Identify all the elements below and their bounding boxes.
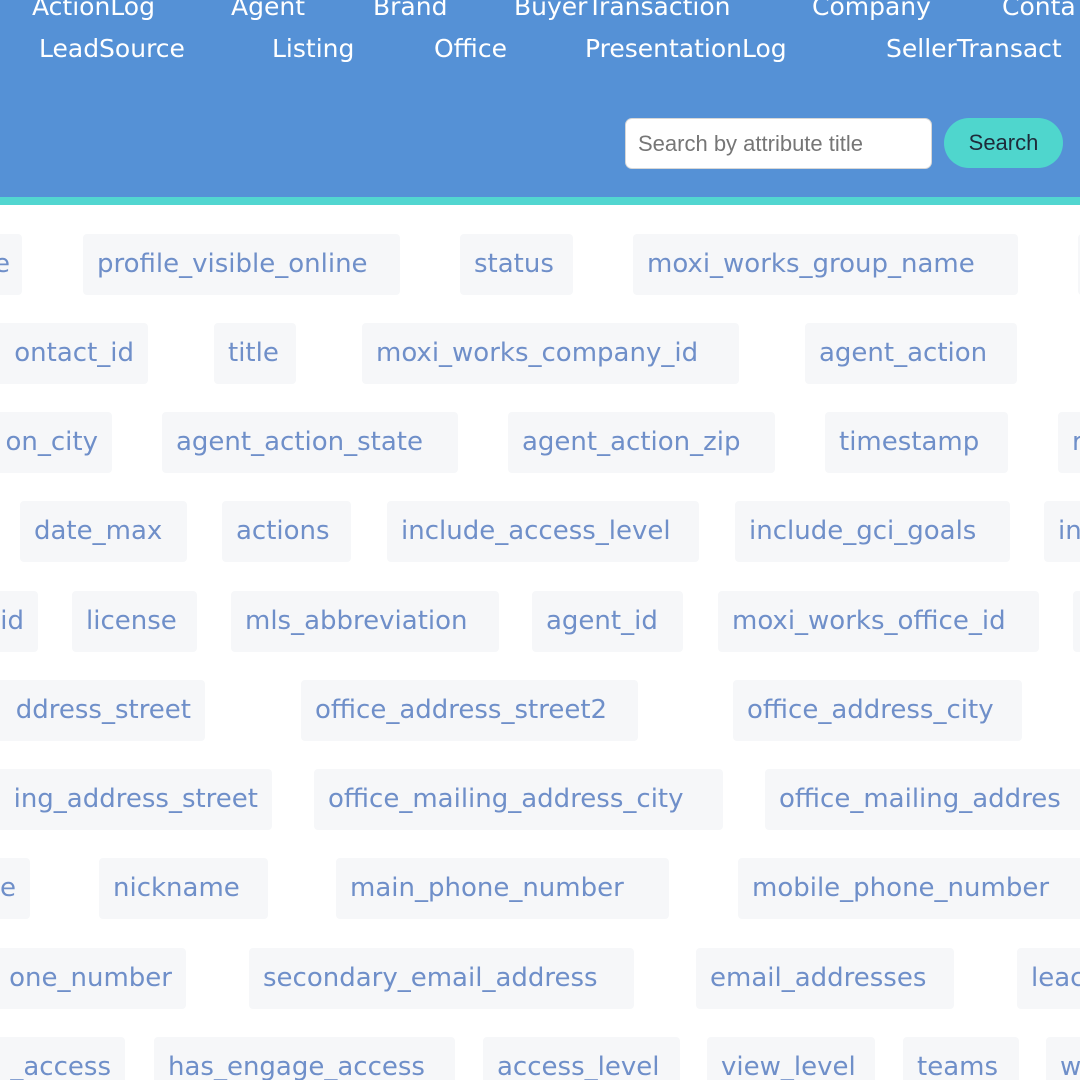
attribute-tag[interactable]: timestamp (825, 412, 1008, 473)
attribute-tag[interactable]: agent_action_zip (508, 412, 775, 473)
attribute-tags-list: e profile_visible_online status moxi_wor… (0, 205, 1080, 1080)
attribute-tag[interactable]: agent_action (805, 323, 1017, 384)
attribute-tag[interactable]: _access (0, 1037, 125, 1080)
search-button[interactable]: Search (944, 118, 1063, 168)
attribute-tag[interactable]: email_addresses (696, 948, 954, 1009)
attribute-tag[interactable]: nickname (99, 858, 268, 919)
attribute-tag[interactable]: actions (222, 501, 351, 562)
nav-link-leadsource[interactable]: LeadSource (39, 29, 185, 69)
attribute-tag[interactable]: access_level (483, 1037, 680, 1080)
attribute-tag[interactable]: include_access_level (387, 501, 699, 562)
attribute-tag[interactable]: moxi_works_group_name (633, 234, 1018, 295)
attribute-tag[interactable]: moxi_works_company_id (362, 323, 739, 384)
attribute-tag[interactable]: w (1046, 1037, 1080, 1080)
attribute-tag[interactable]: e (0, 858, 30, 919)
nav-link-company[interactable]: Company (812, 0, 931, 27)
attribute-tag[interactable]: ontact_id (0, 323, 148, 384)
attribute-tag[interactable] (1073, 591, 1080, 652)
attribute-tag[interactable]: status (460, 234, 573, 295)
attribute-tag[interactable]: office_address_city (733, 680, 1022, 741)
attribute-tag[interactable]: one_number (0, 948, 186, 1009)
nav-link-agent[interactable]: Agent (231, 0, 305, 27)
attribute-tag[interactable]: view_level (707, 1037, 875, 1080)
nav-link-office[interactable]: Office (434, 29, 507, 69)
attribute-tag[interactable]: in (1044, 501, 1080, 562)
header-accent-bar (0, 197, 1080, 205)
nav-link-buyertransaction[interactable]: BuyerTransaction (514, 0, 730, 27)
attribute-tag[interactable]: office_mailing_addres (765, 769, 1080, 830)
attribute-tag[interactable]: include_gci_goals (735, 501, 1010, 562)
attribute-tag[interactable]: on_city (0, 412, 112, 473)
attribute-tag[interactable]: leac (1017, 948, 1080, 1009)
nav-row-models-2: LeadSource Listing Office PresentationLo… (0, 29, 1080, 69)
attribute-tag[interactable]: id (0, 591, 38, 652)
top-navigation-header: ActionLog Agent Brand BuyerTransaction C… (0, 0, 1080, 197)
attribute-tag[interactable]: moxi_works_office_id (718, 591, 1039, 652)
attribute-tag[interactable]: title (214, 323, 296, 384)
attribute-tag[interactable]: agent_action_state (162, 412, 458, 473)
attribute-tag[interactable]: office_address_street2 (301, 680, 638, 741)
nav-link-sellertransaction[interactable]: SellerTransact (886, 29, 1062, 69)
attribute-tag[interactable]: has_engage_access (154, 1037, 455, 1080)
nav-row-models-1: ActionLog Agent Brand BuyerTransaction C… (0, 0, 1080, 27)
attribute-tag[interactable]: ing_address_street (0, 769, 272, 830)
attribute-tag[interactable]: e (0, 234, 22, 295)
nav-link-actionlog[interactable]: ActionLog (32, 0, 155, 27)
attribute-tag[interactable]: teams (903, 1037, 1019, 1080)
nav-link-contact[interactable]: Conta (1002, 0, 1076, 27)
attribute-tag[interactable]: mls_abbreviation (231, 591, 499, 652)
attribute-tag[interactable]: mobile_phone_number (738, 858, 1080, 919)
search-input[interactable] (625, 118, 932, 169)
attribute-tag[interactable]: license (72, 591, 197, 652)
attribute-tag[interactable]: ddress_street (0, 680, 205, 741)
attribute-tag[interactable]: r (1058, 412, 1080, 473)
nav-link-presentationlog[interactable]: PresentationLog (585, 29, 787, 69)
attribute-tag[interactable]: profile_visible_online (83, 234, 400, 295)
attribute-tag[interactable]: agent_id (532, 591, 683, 652)
nav-link-brand[interactable]: Brand (373, 0, 447, 27)
attribute-tag[interactable]: secondary_email_address (249, 948, 634, 1009)
attribute-tag[interactable]: main_phone_number (336, 858, 669, 919)
attribute-tag[interactable]: date_max (20, 501, 187, 562)
attribute-tag[interactable]: office_mailing_address_city (314, 769, 723, 830)
nav-link-listing[interactable]: Listing (272, 29, 354, 69)
